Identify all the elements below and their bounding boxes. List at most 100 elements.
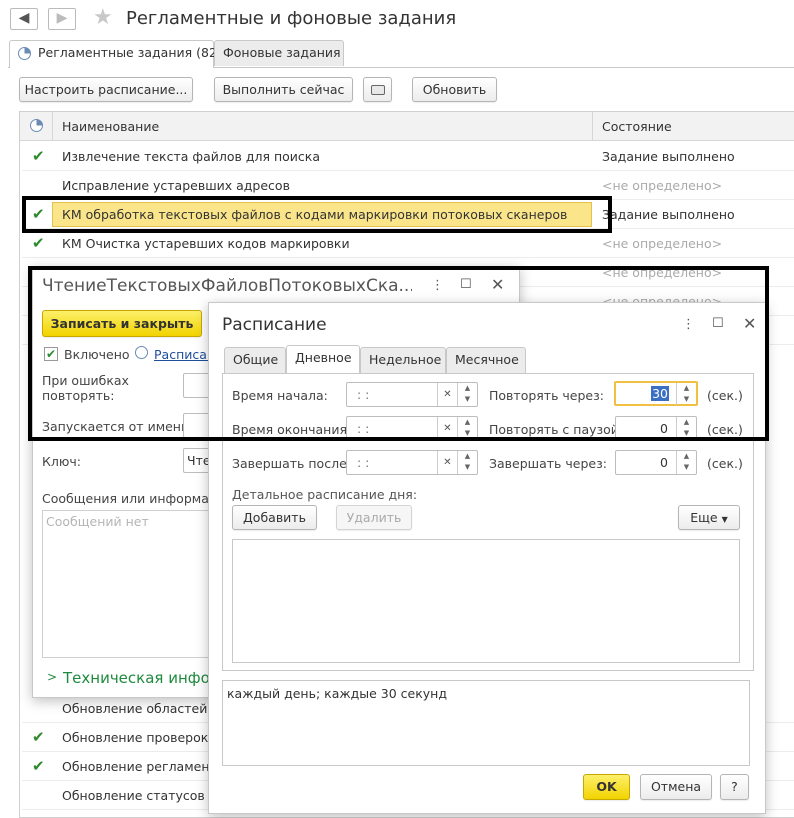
row-state: Задание выполнено [602, 207, 735, 222]
spin-icon[interactable]: ▲ ▼ [457, 383, 477, 406]
time-placeholder: : : [357, 387, 370, 402]
column-divider [52, 112, 53, 141]
tab-daily[interactable]: Дневное [286, 345, 360, 373]
clear-icon[interactable]: ✕ [437, 417, 457, 440]
schedule-link[interactable]: Расписан [154, 347, 215, 362]
clear-icon[interactable]: ✕ [437, 383, 457, 406]
dropdown-arrow-icon: ▼ [721, 515, 728, 524]
schedule-window: Расписание ⋮ ☐ ✕ Общие Дневное Недельное… [208, 302, 766, 814]
row-state: Задание выполнено [602, 149, 735, 164]
row-state: <не определено> [602, 236, 723, 251]
clock-icon [18, 47, 31, 60]
more-menu-icon[interactable]: ⋮ [431, 278, 444, 293]
help-button[interactable]: ? [720, 774, 749, 800]
spin-icon[interactable]: ▲ ▼ [457, 451, 477, 474]
repeat-pause-value: 0 [660, 421, 668, 436]
unit-label: (сек.) [707, 388, 743, 403]
column-header-state[interactable]: Состояние [602, 119, 672, 134]
back-button[interactable]: ◀ [10, 8, 38, 30]
run-as-label: Запускается от имени: [42, 419, 194, 434]
row-name: КМ Очистка устаревших кодов маркировки [62, 236, 350, 251]
row-name: КМ обработка текстовых файлов с кодами м… [62, 207, 568, 222]
end-time-field[interactable]: : : ✕ ▲ ▼ [346, 416, 478, 441]
forward-icon: ▶ [56, 10, 68, 26]
tab-label: Дневное [295, 350, 352, 365]
time-placeholder: : : [357, 455, 370, 470]
spin-icon[interactable]: ▲ ▼ [676, 383, 696, 406]
row-name: Обновление областей да [62, 701, 228, 716]
tab-label: Фоновые задания [223, 45, 341, 60]
detail-schedule-label: Детальное расписание дня: [232, 487, 418, 502]
repeat-every-value: 30 [651, 386, 669, 401]
configure-schedule-button[interactable]: Настроить расписание... [19, 77, 193, 102]
tab-scheduled-jobs[interactable]: Регламентные задания (82) [9, 40, 222, 68]
start-time-field[interactable]: : : ✕ ▲ ▼ [346, 382, 478, 407]
save-close-button[interactable]: Записать и закрыть [42, 310, 202, 337]
messages-area[interactable]: Сообщений нет [42, 510, 212, 658]
check-icon: ✔ [32, 147, 45, 165]
cancel-button[interactable]: Отмена [640, 774, 712, 800]
table-header: Наименование Состояние [20, 112, 794, 141]
ok-button[interactable]: OK [583, 774, 630, 800]
finish-in-field[interactable]: 0 ▲ ▼ [615, 450, 697, 475]
tab-weekly[interactable]: Недельное [360, 347, 446, 373]
close-icon[interactable]: ✕ [743, 314, 756, 333]
finish-in-value: 0 [660, 455, 668, 470]
table-row-selected[interactable]: ✔ КМ обработка текстовых файлов с кодами… [22, 200, 794, 229]
tab-monthly[interactable]: Месячное [446, 347, 526, 373]
spin-icon[interactable]: ▲ ▼ [676, 417, 696, 440]
maximize-icon[interactable]: ☐ [712, 316, 724, 331]
tab-background-jobs[interactable]: Фоновые задания [214, 40, 344, 66]
repeat-every-label: Повторять через: [489, 388, 604, 403]
schedule-clock-icon [135, 346, 148, 359]
finish-after-field[interactable]: : : ✕ ▲ ▼ [346, 450, 478, 475]
more-label: Еще [690, 510, 718, 525]
schedule-window-title: Расписание [222, 315, 327, 335]
clear-icon[interactable]: ✕ [437, 451, 457, 474]
spin-icon[interactable]: ▲ ▼ [676, 451, 696, 474]
favorite-star-icon[interactable]: ★ [93, 5, 113, 30]
delete-button[interactable]: Удалить [336, 505, 412, 530]
close-icon[interactable]: ✕ [491, 275, 504, 294]
detail-schedule-list[interactable] [232, 539, 740, 663]
status-column-icon [30, 119, 43, 132]
row-name: Извлечение текста файлов для поиска [62, 149, 320, 164]
row-name: Исправление устаревших адресов [62, 178, 290, 193]
row-name: Обновление проверок ко [62, 730, 228, 745]
repeat-every-field[interactable]: 30 ▲ ▼ [614, 381, 698, 406]
check-icon: ✔ [32, 728, 45, 746]
messages-label: Сообщения или информац [42, 491, 218, 506]
refresh-button[interactable]: Обновить [412, 77, 497, 102]
unit-label: (сек.) [707, 456, 743, 471]
tab-label: Недельное [369, 352, 442, 367]
table-row[interactable]: Исправление устаревших адресов <не опред… [22, 171, 794, 200]
repeat-pause-field[interactable]: 0 ▲ ▼ [615, 416, 697, 441]
enabled-checkbox[interactable]: ✔ [44, 347, 58, 361]
table-row[interactable]: ✔ Извлечение текста файлов для поиска За… [22, 142, 794, 171]
server-icon [371, 85, 385, 95]
tab-label: Месячное [455, 352, 519, 367]
check-icon: ✔ [32, 757, 45, 775]
column-header-name[interactable]: Наименование [62, 119, 159, 134]
more-button[interactable]: Еще ▼ [678, 505, 740, 530]
forward-button[interactable]: ▶ [48, 8, 76, 30]
start-time-label: Время начала: [232, 388, 328, 403]
unit-label: (сек.) [707, 422, 743, 437]
settings-button[interactable] [363, 77, 392, 102]
tab-general[interactable]: Общие [224, 347, 286, 373]
row-name: Обновление регламенти [62, 759, 225, 774]
job-window-title: ЧтениеТекстовыхФайловПотоковыхСка... [42, 276, 412, 296]
maximize-icon[interactable]: ☐ [460, 277, 472, 292]
tab-label: Регламентные задания (82) [38, 45, 222, 60]
add-button[interactable]: Добавить [232, 505, 317, 530]
run-now-button[interactable]: Выполнить сейчас [214, 77, 353, 102]
page-title: Регламентные и фоновые задания [126, 8, 457, 29]
tech-info-group[interactable]: Техническая информ [63, 669, 231, 687]
check-icon: ✔ [32, 234, 45, 252]
more-menu-icon[interactable]: ⋮ [682, 317, 695, 332]
table-row[interactable]: ✔ КМ Очистка устаревших кодов маркировки… [22, 229, 794, 258]
spin-icon[interactable]: ▲ ▼ [457, 417, 477, 440]
chevron-right-icon[interactable]: > [47, 670, 57, 684]
finish-in-label: Завершать через: [489, 456, 607, 471]
row-state: <не определено> [602, 265, 723, 280]
